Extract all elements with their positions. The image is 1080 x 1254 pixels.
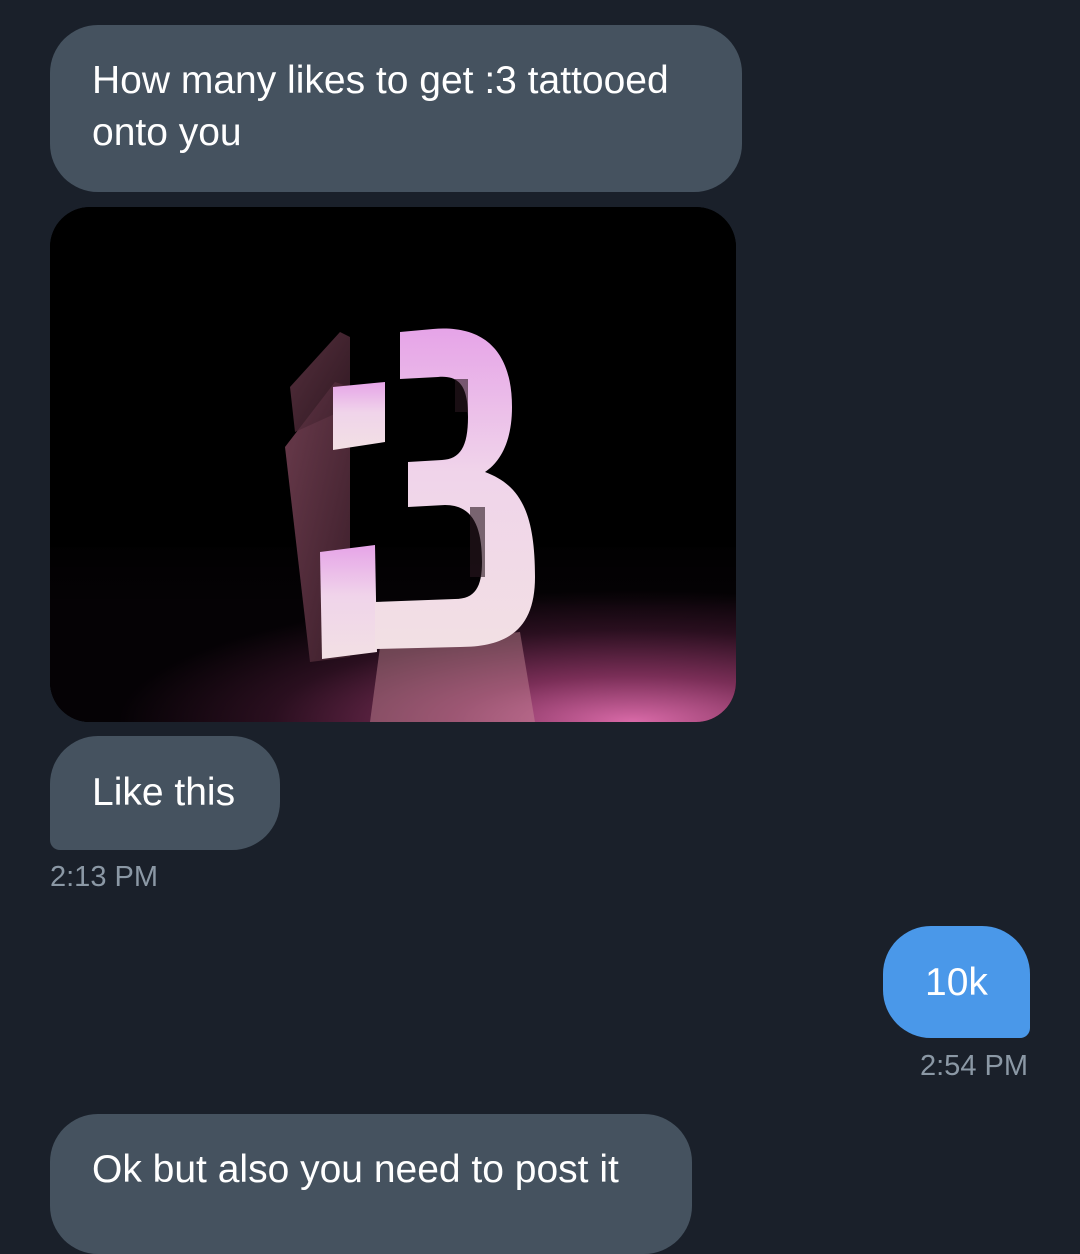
received-message-bubble[interactable]: Like this bbox=[50, 736, 280, 850]
message-timestamp: 2:13 PM bbox=[50, 861, 158, 893]
message-timestamp: 2:54 PM bbox=[920, 1050, 1028, 1082]
sent-message-bubble[interactable]: 10k bbox=[883, 926, 1030, 1038]
message-image[interactable] bbox=[50, 207, 736, 722]
dm-conversation: How many likes to get :3 tattooed onto y… bbox=[0, 0, 1080, 1254]
message-text: Like this bbox=[92, 771, 236, 814]
received-message-bubble[interactable]: How many likes to get :3 tattooed onto y… bbox=[50, 25, 742, 192]
message-text: How many likes to get :3 tattooed onto y… bbox=[92, 59, 669, 154]
received-message-bubble[interactable]: Ok but also you need to post it bbox=[50, 1114, 692, 1254]
message-text: Ok but also you need to post it bbox=[92, 1148, 619, 1191]
message-text: 10k bbox=[925, 961, 988, 1004]
image-3d-emoticon bbox=[50, 207, 736, 722]
